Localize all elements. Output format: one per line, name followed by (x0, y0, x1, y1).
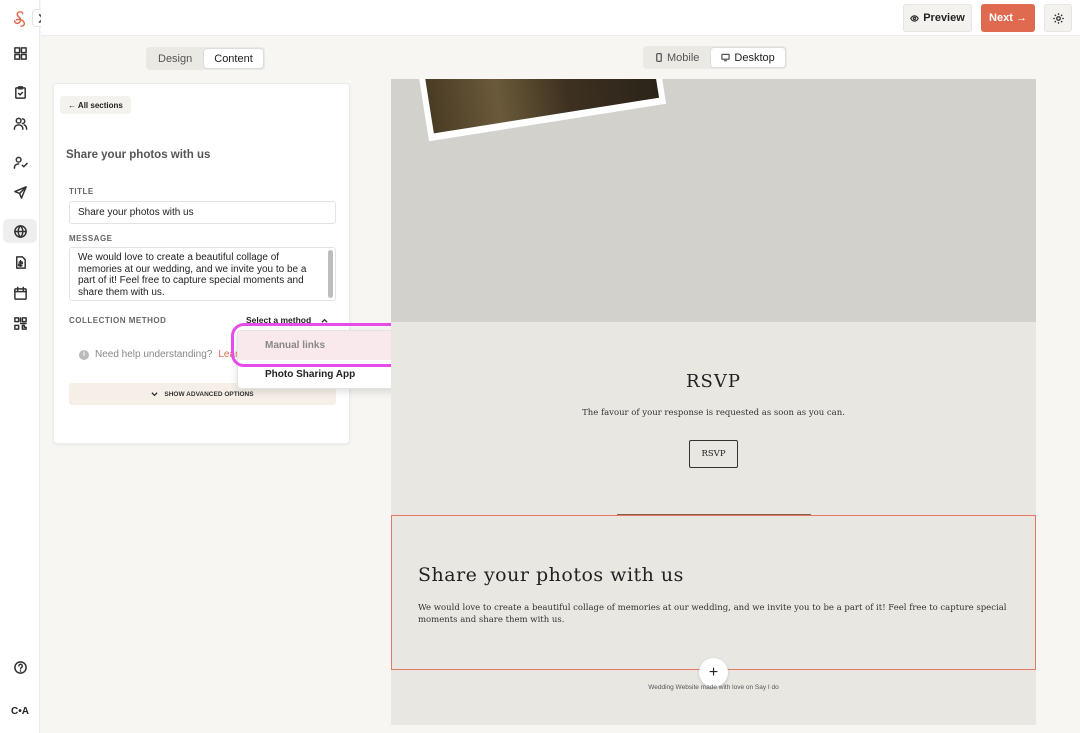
desktop-icon (721, 53, 731, 62)
rsvp-icon[interactable] (8, 150, 32, 174)
message-label: MESSAGE (69, 234, 113, 243)
help-icon[interactable] (8, 655, 32, 679)
title-label: TITLE (69, 187, 94, 196)
website-icon[interactable] (3, 219, 37, 243)
device-toggle: Mobile Desktop (643, 46, 787, 69)
chevron-up-icon (321, 318, 328, 323)
website-preview: RSVP The favour of your response is requ… (391, 79, 1036, 725)
eye-icon (910, 14, 920, 22)
tab-design[interactable]: Design (148, 49, 202, 68)
preview-button[interactable]: Preview (903, 4, 972, 32)
add-section-button[interactable]: + (699, 658, 728, 687)
calendar-icon[interactable] (8, 281, 32, 305)
guests-icon[interactable] (8, 111, 32, 135)
mobile-icon (656, 53, 662, 62)
section-editor-panel: ← All sections Share your photos with us… (53, 83, 350, 444)
collection-method-label: COLLECTION METHOD (69, 316, 167, 325)
send-icon[interactable] (8, 180, 32, 204)
qr-code-icon[interactable] (8, 311, 32, 335)
share-photos-section[interactable]: Share your photos with us We would love … (391, 515, 1036, 670)
photo-image (422, 79, 660, 134)
gear-icon (1052, 12, 1064, 24)
checklist-icon[interactable] (8, 80, 32, 104)
tab-desktop[interactable]: Desktop (711, 48, 785, 67)
account-avatar[interactable]: C•A (6, 700, 34, 722)
document-dollar-icon[interactable] (8, 250, 32, 274)
advanced-label: SHOW ADVANCED OPTIONS (164, 390, 254, 398)
photo-gallery-section[interactable] (391, 79, 1036, 322)
dashboard-icon[interactable] (8, 41, 32, 65)
mobile-label: Mobile (667, 51, 700, 64)
brand-logo-icon[interactable] (8, 7, 32, 31)
message-scrollbar[interactable] (328, 250, 333, 298)
tab-mobile[interactable]: Mobile (645, 48, 709, 67)
all-sections-button[interactable]: ← All sections (60, 96, 131, 114)
title-input[interactable]: Share your photos with us (69, 201, 336, 224)
rsvp-heading: RSVP (686, 371, 741, 392)
rsvp-button[interactable]: RSVP (689, 440, 738, 468)
gallery-photo (415, 79, 667, 142)
website-footer: Wedding Website made with love on Say I … (648, 684, 779, 691)
share-photos-message: We would love to create a beautiful coll… (418, 603, 1007, 625)
help-row: i Need help understanding? Learn (79, 349, 244, 360)
message-text: We would love to create a beautiful coll… (78, 252, 307, 298)
section-title: Share your photos with us (66, 149, 211, 161)
help-text: Need help understanding? (95, 349, 213, 360)
share-photos-heading: Share your photos with us (418, 564, 684, 586)
desktop-label: Desktop (734, 51, 775, 64)
preview-label: Preview (923, 12, 965, 24)
icon-rail: C•A (0, 0, 50, 733)
settings-button[interactable] (1044, 4, 1072, 32)
info-icon: i (79, 349, 89, 360)
message-textarea[interactable]: We would love to create a beautiful coll… (69, 247, 336, 301)
rsvp-text: The favour of your response is requested… (582, 408, 845, 418)
chevron-down-icon (151, 391, 158, 396)
mode-toggle: Design Content (146, 47, 265, 70)
tab-content[interactable]: Content (204, 49, 263, 68)
next-button[interactable]: Next → (981, 4, 1035, 32)
